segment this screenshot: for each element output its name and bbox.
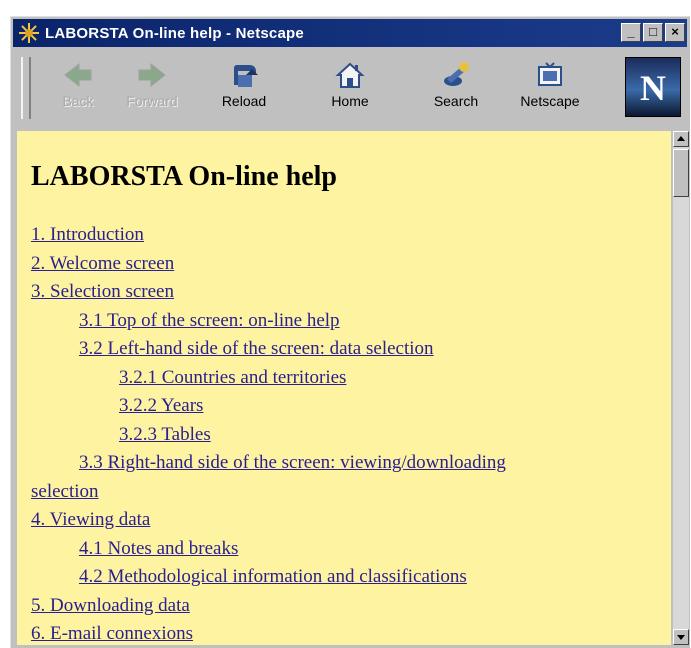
- scroll-thumb[interactable]: [673, 149, 689, 197]
- back-label: Back: [62, 93, 94, 109]
- arrow-down-icon: [677, 635, 685, 640]
- toc-link-welcome-screen[interactable]: 2. Welcome screen: [31, 250, 651, 279]
- page-title: LABORSTA On-line help: [31, 161, 338, 192]
- netscape-icon: [515, 57, 585, 93]
- search-button[interactable]: Search: [421, 57, 491, 119]
- toc-link-viewing-data[interactable]: 4. Viewing data: [31, 506, 651, 535]
- forward-label: Forward: [126, 93, 178, 109]
- toc-link-introduction[interactable]: 1. Introduction: [31, 221, 651, 250]
- home-label: Home: [331, 93, 369, 109]
- window-title: LABORSTA On-line help - Netscape: [45, 24, 304, 42]
- netscape-button[interactable]: Netscape: [515, 57, 585, 119]
- toc-link-right-hand-side[interactable]: 3.3 Right-hand side of the screen: viewi…: [31, 449, 651, 478]
- vertical-scrollbar[interactable]: [673, 131, 689, 645]
- toc-link-top-of-screen[interactable]: 3.1 Top of the screen: on-line help: [31, 307, 651, 336]
- forward-button[interactable]: Forward: [117, 57, 187, 119]
- browser-window: LABORSTA On-line help - Netscape _ □ × B…: [10, 16, 690, 648]
- toc-link-email-connexions[interactable]: 6. E-mail connexions: [31, 620, 651, 645]
- app-icon: [19, 23, 39, 43]
- toc-link-selection-screen[interactable]: 3. Selection screen: [31, 278, 651, 307]
- toc-link-years[interactable]: 3.2.2 Years: [31, 392, 651, 421]
- toc-link-downloading-data[interactable]: 5. Downloading data: [31, 592, 651, 621]
- page-content: LABORSTA On-line help 1. Introduction 2.…: [17, 131, 671, 645]
- toc-link-tables[interactable]: 3.2.3 Tables: [31, 421, 651, 450]
- back-arrow-icon: [43, 57, 113, 93]
- home-icon: [315, 57, 385, 93]
- title-bar[interactable]: LABORSTA On-line help - Netscape _ □ ×: [13, 19, 687, 47]
- arrow-up-icon: [677, 136, 685, 141]
- minimize-button[interactable]: _: [621, 23, 641, 42]
- toc-link-right-hand-side-cont[interactable]: selection: [31, 478, 651, 507]
- scroll-up-button[interactable]: [673, 131, 689, 147]
- search-icon: [421, 57, 491, 93]
- reload-label: Reload: [221, 93, 267, 109]
- toc-link-methodological-info[interactable]: 4.2 Methodological information and class…: [31, 563, 651, 592]
- close-button[interactable]: ×: [665, 23, 685, 42]
- netscape-label: Netscape: [520, 93, 580, 109]
- home-button[interactable]: Home: [315, 57, 385, 119]
- reload-icon: [209, 57, 279, 93]
- search-label: Search: [433, 93, 479, 109]
- back-button[interactable]: Back: [43, 57, 113, 119]
- toc-link-countries-territories[interactable]: 3.2.1 Countries and territories: [31, 364, 651, 393]
- toc-link-notes-breaks[interactable]: 4.1 Notes and breaks: [31, 535, 651, 564]
- navigation-toolbar: Back Forward Reload Home Search Netscape…: [13, 51, 687, 123]
- toc-link-left-hand-side[interactable]: 3.2 Left-hand side of the screen: data s…: [31, 335, 651, 364]
- scroll-down-button[interactable]: [673, 629, 689, 645]
- maximize-button[interactable]: □: [643, 23, 663, 42]
- toolbar-grip[interactable]: [21, 57, 31, 119]
- forward-arrow-icon: [117, 57, 187, 93]
- reload-button[interactable]: Reload: [209, 57, 279, 119]
- table-of-contents: 1. Introduction 2. Welcome screen 3. Sel…: [31, 221, 651, 645]
- netscape-logo[interactable]: N: [625, 57, 681, 117]
